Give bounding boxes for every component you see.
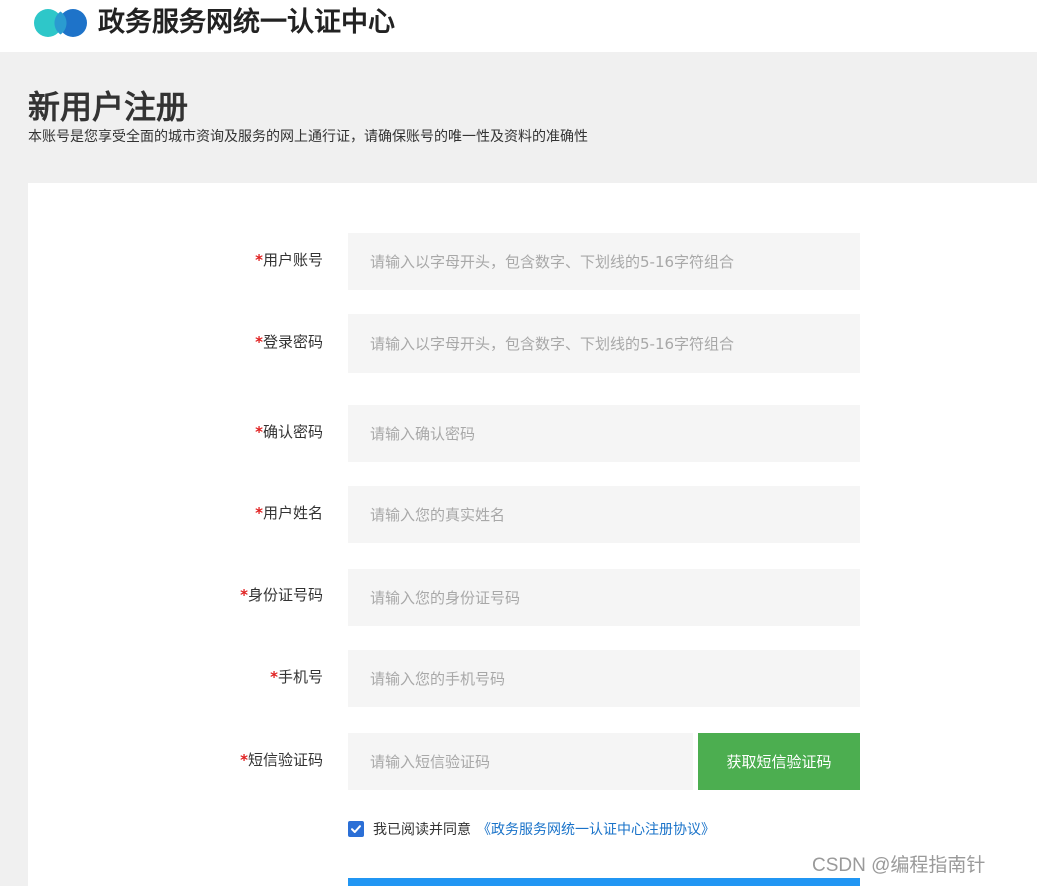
field-label-confirm-password: *确认密码 (255, 423, 323, 441)
checkmark-icon (351, 825, 361, 833)
registration-form: *用户账号 *登录密码 *确认密码 *用户姓名 *身份证号码 *手机号 *短信验… (28, 183, 1037, 886)
real-name-input[interactable] (348, 486, 860, 543)
field-label-real-name: *用户姓名 (255, 504, 323, 522)
required-mark: * (255, 251, 263, 269)
page-subtitle: 本账号是您享受全面的城市资询及服务的网上通行证，请确保账号的唯一性及资料的准确性 (28, 129, 588, 145)
password-input[interactable] (348, 314, 860, 373)
phone-input[interactable] (348, 650, 860, 707)
page-title: 新用户注册 (28, 88, 189, 126)
required-mark: * (255, 423, 263, 441)
logo-icon (34, 9, 87, 37)
required-mark: * (255, 333, 263, 351)
agreement-link[interactable]: 《政务服务网统一认证中心注册协议》 (477, 819, 715, 839)
get-sms-code-button[interactable]: 获取短信验证码 (698, 733, 860, 790)
submit-button[interactable] (348, 878, 860, 886)
sms-code-input[interactable] (348, 733, 693, 790)
agree-checkbox[interactable] (348, 821, 364, 837)
field-label-username: *用户账号 (255, 251, 323, 269)
confirm-password-input[interactable] (348, 405, 860, 462)
agree-text: 我已阅读并同意 (373, 822, 471, 838)
site-title: 政务服务网统一认证中心 (98, 7, 395, 38)
field-label-password: *登录密码 (255, 333, 323, 351)
username-input[interactable] (348, 233, 860, 290)
field-label-phone: *手机号 (270, 668, 323, 686)
required-mark: * (255, 504, 263, 522)
field-label-id-number: *身份证号码 (240, 586, 323, 604)
required-mark: * (240, 586, 248, 604)
required-mark: * (270, 668, 278, 686)
watermark: CSDN @编程指南针 (812, 855, 986, 876)
field-label-sms-code: *短信验证码 (240, 751, 323, 769)
agreement-row: 我已阅读并同意 《政务服务网统一认证中心注册协议》 (348, 819, 715, 839)
header: 政务服务网统一认证中心 (0, 0, 1037, 52)
required-mark: * (240, 751, 248, 769)
id-number-input[interactable] (348, 569, 860, 626)
